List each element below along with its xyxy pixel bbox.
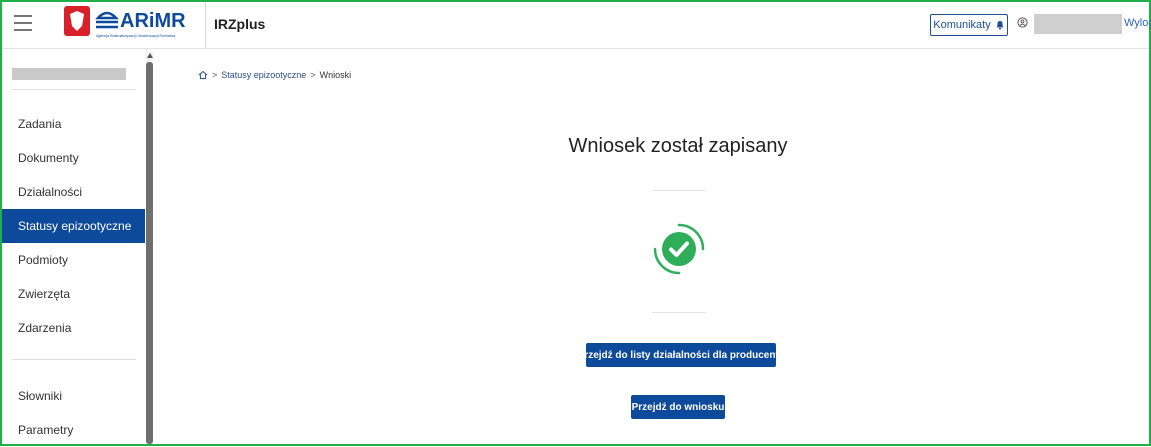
breadcrumb-link-statusy[interactable]: Statusy epizootyczne <box>221 70 306 80</box>
sidebar: Zadania Dokumenty Działalności Statusy e… <box>2 49 147 444</box>
go-to-application-button[interactable]: Przejdź do wniosku <box>631 395 725 419</box>
sidebar-divider <box>12 89 136 90</box>
header-divider <box>205 2 206 48</box>
sidebar-item-dzialalnosci[interactable]: Działalności <box>2 175 145 209</box>
sidebar-scrollbar-thumb[interactable] <box>146 62 153 444</box>
user-icon <box>1017 17 1028 28</box>
svg-text:ARiMR: ARiMR <box>120 10 186 32</box>
breadcrumb: > Statusy epizootyczne > Wnioski <box>198 70 351 80</box>
divider <box>652 312 706 313</box>
window-frame <box>0 0 1151 446</box>
sidebar-item-slowniki[interactable]: Słowniki <box>2 379 145 413</box>
home-icon[interactable] <box>198 70 208 80</box>
svg-text:Agencja Restrukturyzacji i Mod: Agencja Restrukturyzacji i Modernizacji … <box>96 34 175 38</box>
sidebar-item-zwierzeta[interactable]: Zwierzęta <box>2 277 145 311</box>
top-header: ARiMR Agencja Restrukturyzacji i Moderni… <box>2 2 1151 49</box>
sidebar-item-zadania[interactable]: Zadania <box>2 107 145 141</box>
menu-icon[interactable] <box>14 15 32 31</box>
logout-link[interactable]: Wylogu <box>1124 17 1151 29</box>
sidebar-divider <box>12 359 136 360</box>
sidebar-item-zdarzenia[interactable]: Zdarzenia <box>2 311 145 345</box>
go-to-activities-list-button[interactable]: Przejdź do listy działalności dla produc… <box>578 343 784 367</box>
sidebar-item-dokumenty[interactable]: Dokumenty <box>2 141 145 175</box>
scroll-up-icon[interactable] <box>147 53 153 58</box>
komunikaty-label: Komunikaty <box>933 19 991 31</box>
komunikaty-button[interactable]: Komunikaty <box>930 14 1008 36</box>
sidebar-item-statusy-epizootyczne[interactable]: Statusy epizootyczne <box>2 209 145 243</box>
page-title: Wniosek został zapisany <box>568 135 788 157</box>
arimr-logo[interactable]: ARiMR Agencja Restrukturyzacji i Moderni… <box>62 4 194 44</box>
sidebar-item-podmioty[interactable]: Podmioty <box>2 243 145 277</box>
sidebar-item-parametry[interactable]: Parametry <box>2 413 145 447</box>
breadcrumb-current: Wnioski <box>319 70 352 80</box>
check-circle-icon <box>653 223 705 275</box>
divider <box>652 190 706 191</box>
bell-icon <box>996 21 1004 30</box>
user-name-redacted <box>1034 14 1122 34</box>
app-title: IRZplus <box>214 16 266 32</box>
sidebar-user-redacted <box>12 68 126 80</box>
breadcrumb-separator-icon: > <box>310 70 316 80</box>
breadcrumb-separator-icon: > <box>212 70 218 80</box>
